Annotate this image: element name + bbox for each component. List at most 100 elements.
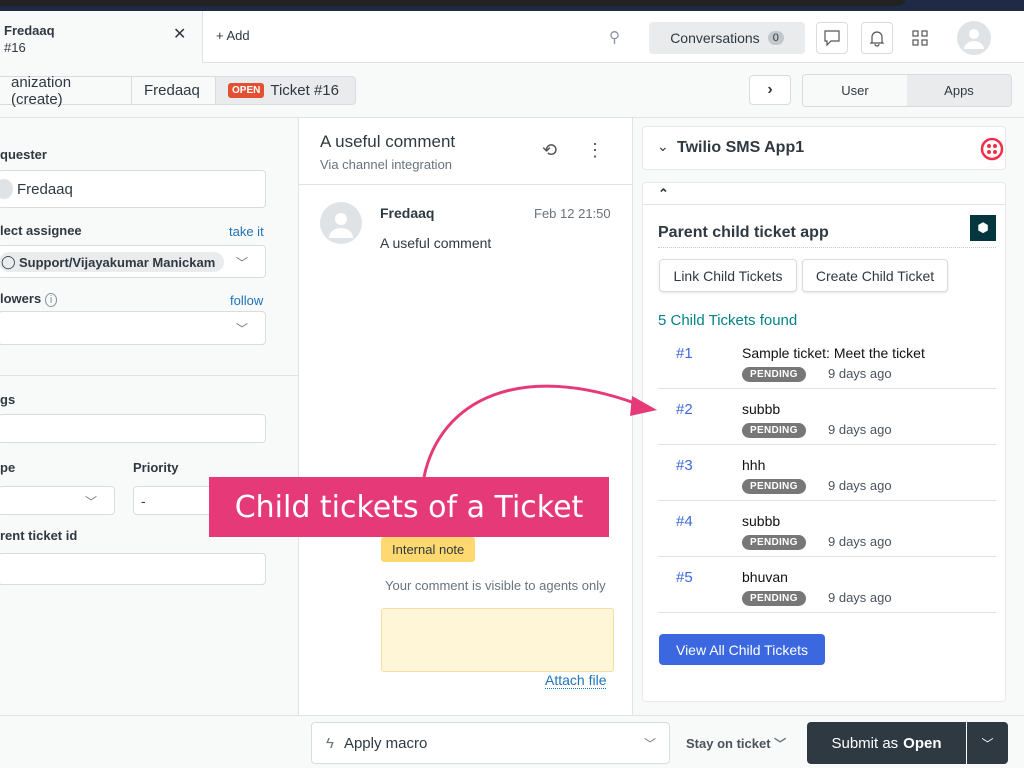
ticket-title: hhh (742, 457, 766, 473)
type-select[interactable]: ﹀ (0, 486, 115, 515)
assignee-value: Support/Vijayakumar Manickam (19, 255, 216, 270)
twilio-app-title: Twilio SMS App1 (677, 139, 805, 156)
breadcrumb: anization (create) Fredaaq OPEN Ticket #1… (0, 63, 1024, 118)
conversations-count: 0 (767, 31, 784, 45)
add-tab-button[interactable]: + Add (216, 28, 250, 43)
take-it-link[interactable]: take it (229, 224, 264, 239)
conversation-title: A useful comment (320, 132, 456, 151)
stay-on-ticket-select[interactable]: Stay on ticket ﹀ (686, 735, 786, 752)
child-tickets-count: 5 Child Tickets found (658, 312, 798, 329)
follow-link[interactable]: follow (230, 293, 263, 308)
author-avatar (320, 202, 362, 244)
header: Fredaaq #16 ✕ + Add ⚲ Conversations 0 (0, 11, 1024, 63)
status-badge: PENDING (742, 479, 806, 494)
assignee-field[interactable]: ◯ Support/Vijayakumar Manickam ﹀ (0, 245, 266, 278)
tags-field[interactable] (0, 414, 266, 443)
user-icon (0, 179, 13, 199)
bell-icon[interactable] (861, 22, 893, 54)
footer-bar: ϟ Apply macro ﹀ Stay on ticket ﹀ Submit as… (0, 715, 1024, 768)
comment-textarea[interactable] (381, 608, 614, 672)
breadcrumb-ticket[interactable]: OPEN Ticket #16 (215, 76, 356, 105)
chevron-down-icon: ⌄ (657, 138, 669, 154)
lightning-icon: ϟ (326, 734, 334, 752)
chevron-right-icon[interactable]: › (749, 75, 791, 105)
requester-field[interactable]: Fredaaq (0, 170, 266, 208)
ticket-title: bhuvan (742, 569, 788, 585)
comment-time: Feb 12 21:50 (534, 206, 611, 221)
status-badge: PENDING (742, 535, 806, 550)
child-ticket-item[interactable]: #3 hhh PENDING 9 days ago (658, 445, 996, 501)
view-all-child-tickets-button[interactable]: View All Child Tickets (659, 634, 825, 665)
chevron-down-icon: ﹀ (85, 495, 98, 509)
breadcrumb-user[interactable]: Fredaaq (131, 76, 216, 105)
priority-select[interactable]: - (133, 486, 213, 515)
type-label: pe (0, 460, 16, 475)
ticket-age: 9 days ago (828, 590, 892, 605)
ticket-id-link[interactable]: #2 (676, 401, 693, 418)
status-badge: PENDING (742, 423, 806, 438)
ticket-id-link[interactable]: #3 (676, 457, 693, 474)
ticket-tab[interactable]: Fredaaq #16 ✕ (0, 11, 203, 63)
submit-options-chevron-icon[interactable]: ﹀ (967, 722, 1008, 764)
apply-macro-select[interactable]: ϟ Apply macro ﹀ (311, 722, 670, 764)
status-badge: PENDING (742, 591, 806, 606)
annotation-label: Child tickets of a Ticket (209, 477, 609, 537)
parent-ticket-field[interactable] (0, 553, 266, 585)
status-badge: OPEN (228, 83, 265, 98)
child-ticket-item[interactable]: #5 bhuvan PENDING 9 days ago (658, 557, 996, 613)
chevron-down-icon: ﹀ (236, 256, 249, 270)
attach-file-link[interactable]: Attach file (545, 672, 607, 689)
macro-label: Apply macro (343, 734, 428, 752)
chevron-down-icon: ﹀ (236, 322, 249, 336)
conversations-button[interactable]: Conversations 0 (649, 22, 805, 54)
ticket-id-link[interactable]: #4 (676, 513, 693, 530)
child-ticket-item[interactable]: #1 Sample ticket: Meet the ticket PENDIN… (658, 333, 996, 389)
breadcrumb-organization[interactable]: anization (create) (0, 74, 132, 108)
ticket-title: subbb (742, 513, 781, 529)
collapse-bar[interactable]: ⌃ (643, 183, 1005, 205)
submit-button[interactable]: Submit as Open (807, 722, 966, 764)
ticket-title: subbb (742, 401, 781, 417)
ticket-age: 9 days ago (828, 366, 892, 381)
more-options-icon[interactable]: ⋮ (586, 140, 604, 161)
info-icon: i (44, 293, 58, 307)
tags-label: gs (0, 392, 16, 407)
link-child-tickets-button[interactable]: Link Child Tickets (659, 259, 797, 292)
comment-body: A useful comment (380, 235, 492, 251)
apps-grid-icon[interactable] (904, 22, 936, 54)
assignee-chip: ◯ Support/Vijayakumar Manickam (0, 252, 224, 272)
search-icon[interactable]: ⚲ (609, 28, 620, 46)
internal-note-toggle[interactable]: Internal note (381, 537, 476, 562)
visibility-hint: Your comment is visible to agents only (385, 578, 606, 593)
ticket-id-link[interactable]: #1 (676, 345, 693, 362)
followers-field[interactable]: ﹀ (0, 311, 266, 345)
ticket-title: Sample ticket: Meet the ticket (742, 345, 925, 361)
child-ticket-item[interactable]: #2 subbb PENDING 9 days ago (658, 389, 996, 445)
close-icon[interactable]: ✕ (173, 26, 186, 43)
chat-icon[interactable] (816, 22, 848, 54)
chevron-up-icon: ⌃ (658, 186, 669, 201)
conversation-panel: A useful comment Via channel integration… (299, 118, 633, 715)
ticket-age: 9 days ago (828, 534, 892, 549)
parent-ticket-label: rent ticket id (0, 528, 78, 543)
ticket-id-link[interactable]: #5 (676, 569, 693, 586)
create-child-ticket-button[interactable]: Create Child Ticket (802, 259, 948, 292)
chevron-down-icon: ﹀ (644, 737, 657, 751)
context-tabs: User Apps (802, 74, 1012, 107)
conversations-label: Conversations (670, 30, 760, 46)
ticket-age: 9 days ago (828, 422, 892, 437)
twilio-app-card[interactable]: ⌄ Twilio SMS App1 (642, 126, 1006, 170)
requester-value: Fredaaq (17, 181, 73, 198)
conversation-header: A useful comment Via channel integration… (299, 118, 632, 185)
child-ticket-item[interactable]: #4 subbb PENDING 9 days ago (658, 501, 996, 557)
twilio-logo-icon (980, 137, 1004, 161)
history-icon[interactable]: ⟲ (542, 140, 557, 161)
tab-user[interactable]: User (803, 75, 907, 106)
add-label: Add (226, 28, 250, 43)
tab-apps[interactable]: Apps (907, 75, 1011, 106)
status-badge: PENDING (742, 367, 806, 382)
priority-label: Priority (133, 460, 179, 475)
divider (658, 247, 996, 248)
avatar[interactable] (957, 21, 991, 55)
ticket-properties: quester Fredaaq lect assignee take it ◯ S… (0, 118, 299, 715)
